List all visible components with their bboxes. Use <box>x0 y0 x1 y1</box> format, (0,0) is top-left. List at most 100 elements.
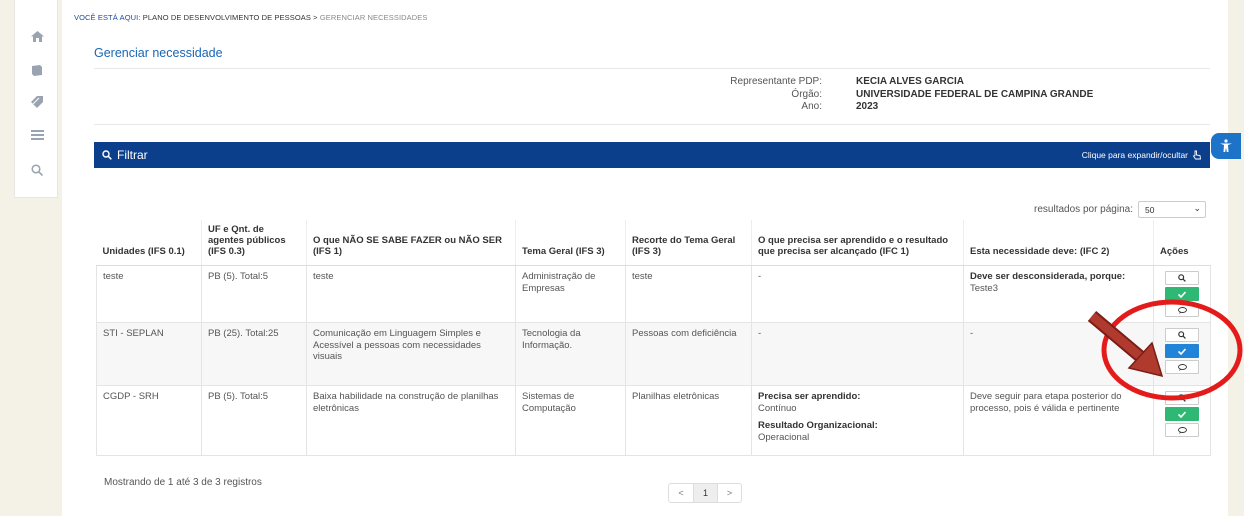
filter-toggle-link[interactable]: Clique para expandir/ocultar <box>1082 150 1202 160</box>
comment-icon <box>1177 363 1187 371</box>
cell-uf: PB (25). Total:25 <box>201 322 307 386</box>
next-page-button[interactable]: > <box>717 484 741 502</box>
view-button[interactable] <box>1165 328 1199 342</box>
search-icon <box>1178 331 1186 339</box>
approve-button[interactable] <box>1165 344 1199 358</box>
table-row: STI - SEPLAN PB (25). Total:25 Comunicaç… <box>96 322 1211 386</box>
col-aprender[interactable]: O que precisa ser aprendido e o resultad… <box>751 220 964 266</box>
breadcrumb-parent[interactable]: PLANO DE DESENVOLVIMENTO DE PESSOAS > <box>143 13 318 22</box>
cell-uf: PB (5). Total:5 <box>201 265 307 323</box>
resultado-label: Resultado Organizacional: <box>758 420 878 431</box>
ano-value: 2023 <box>856 101 879 112</box>
col-tema-geral[interactable]: Tema Geral (IFS 3) <box>515 220 626 266</box>
cell-tema: Sistemas de Computação <box>515 385 626 456</box>
search-icon <box>102 150 112 160</box>
cell-recorte: Pessoas com deficiência <box>625 322 752 386</box>
content-panel: Gerenciar necessidade Representante PDP:… <box>94 34 1211 516</box>
view-button[interactable] <box>1165 271 1199 285</box>
breadcrumb: VOCÊ ESTÁ AQUI: PLANO DE DESENVOLVIMENTO… <box>74 13 427 22</box>
aprender-label: Precisa ser aprendido: <box>758 391 861 402</box>
table-header-row: Unidades (IFS 0.1) UF e Qnt. de agentes … <box>96 220 1211 266</box>
records-info: Mostrando de 1 até 3 de 3 registros <box>104 477 262 488</box>
resultado-value: Operacional <box>758 431 810 443</box>
pagination: < 1 > <box>668 483 742 503</box>
approve-button[interactable] <box>1165 407 1199 421</box>
cell-aprender: Precisa ser aprendido: Contínuo Resultad… <box>751 385 964 456</box>
necessidade-reason: Teste3 <box>970 282 998 294</box>
search-icon <box>1178 274 1186 282</box>
search-icon <box>1178 394 1186 402</box>
col-acoes: Ações <box>1153 220 1211 266</box>
table-row: CGDP - SRH PB (5). Total:5 Baixa habilid… <box>96 385 1211 456</box>
cell-acoes <box>1153 322 1211 386</box>
perpage-select[interactable]: 50 ⌄ <box>1138 201 1206 218</box>
cell-acoes <box>1153 385 1211 456</box>
representante-value: KECIA ALVES GARCIA <box>856 76 964 87</box>
cell-tema: Administração de Empresas <box>515 265 626 323</box>
filter-label: Filtrar <box>117 148 148 162</box>
list-icon[interactable] <box>27 125 47 145</box>
orgao-label: Órgão: <box>791 88 822 100</box>
view-button[interactable] <box>1165 391 1199 405</box>
col-recorte[interactable]: Recorte do Tema Geral (IFS 3) <box>625 220 752 266</box>
main-content: VOCÊ ESTÁ AQUI: PLANO DE DESENVOLVIMENTO… <box>62 0 1228 516</box>
page-1-button[interactable]: 1 <box>693 484 717 502</box>
info-values: KECIA ALVES GARCIA UNIVERSIDADE FEDERAL … <box>856 76 1156 116</box>
breadcrumb-prefix: VOCÊ ESTÁ AQUI: <box>74 13 141 22</box>
cell-necessidade: Deve seguir para etapa posterior do proc… <box>963 385 1154 456</box>
comment-icon <box>1177 306 1187 314</box>
cell-nao-sabe: Baixa habilidade na construção de planil… <box>306 385 516 456</box>
check-icon <box>1178 290 1186 298</box>
cell-necessidade: - <box>963 322 1154 386</box>
info-labels: Representante PDP: Órgão: Ano: <box>694 76 822 116</box>
comment-button[interactable] <box>1165 423 1199 437</box>
cell-unidade: STI - SEPLAN <box>96 322 202 386</box>
filter-bar[interactable]: Filtrar Clique para expandir/ocultar <box>94 142 1210 168</box>
orgao-value: UNIVERSIDADE FEDERAL DE CAMPINA GRANDE <box>856 88 1094 100</box>
cell-recorte: teste <box>625 265 752 323</box>
needs-table: Unidades (IFS 0.1) UF e Qnt. de agentes … <box>96 220 1211 456</box>
col-unidades[interactable]: Unidades (IFS 0.1) <box>96 220 202 266</box>
prev-page-button[interactable]: < <box>669 484 693 502</box>
side-menu <box>14 0 58 198</box>
cell-unidade: teste <box>96 265 202 323</box>
approve-button[interactable] <box>1165 287 1199 301</box>
cell-necessidade: Deve ser desconsiderada, porque: Teste3 <box>963 265 1154 323</box>
results-per-page: resultados por página: 50 ⌄ <box>1034 201 1206 218</box>
cell-nao-sabe: Comunicação em Linguagem Simples e Acess… <box>306 322 516 386</box>
table-row: teste PB (5). Total:5 teste Administraçã… <box>96 265 1211 323</box>
check-icon <box>1178 347 1186 355</box>
divider <box>94 68 1210 69</box>
comment-button[interactable] <box>1165 303 1199 317</box>
check-icon <box>1178 410 1186 418</box>
accessibility-icon <box>1220 139 1232 152</box>
cell-tema: Tecnologia da Informação. <box>515 322 626 386</box>
cell-aprender: - <box>751 265 964 323</box>
chevron-down-icon: ⌄ <box>1193 203 1201 213</box>
tag-icon[interactable] <box>27 92 47 112</box>
ano-label: Ano: <box>801 101 822 112</box>
perpage-label: resultados por página: <box>1034 204 1133 215</box>
search-icon[interactable] <box>27 160 47 180</box>
col-necessidade[interactable]: Esta necessidade deve: (IFC 2) <box>963 220 1154 266</box>
representante-label: Representante PDP: <box>730 76 822 87</box>
breadcrumb-current: GERENCIAR NECESSIDADES <box>319 13 428 22</box>
home-icon[interactable] <box>27 26 47 46</box>
comment-icon <box>1177 426 1187 434</box>
comment-button[interactable] <box>1165 360 1199 374</box>
hand-pointer-icon <box>1192 150 1202 160</box>
necessidade-status: Deve ser desconsiderada, porque: <box>970 271 1126 282</box>
cell-nao-sabe: teste <box>306 265 516 323</box>
perpage-value: 50 <box>1145 205 1155 215</box>
col-uf[interactable]: UF e Qnt. de agentes públicos (IFS 0.3) <box>201 220 307 266</box>
accessibility-button[interactable] <box>1211 133 1241 159</box>
col-nao-sabe[interactable]: O que NÃO SE SABE FAZER ou NÃO SER (IFS … <box>306 220 516 266</box>
filter-title[interactable]: Filtrar <box>102 148 148 162</box>
cell-recorte: Planilhas eletrônicas <box>625 385 752 456</box>
aprender-value: Contínuo <box>758 402 797 414</box>
cell-unidade: CGDP - SRH <box>96 385 202 456</box>
cell-aprender: - <box>751 322 964 386</box>
book-icon[interactable] <box>27 60 47 80</box>
page-title: Gerenciar necessidade <box>94 46 223 60</box>
filter-toggle-label: Clique para expandir/ocultar <box>1081 150 1188 160</box>
